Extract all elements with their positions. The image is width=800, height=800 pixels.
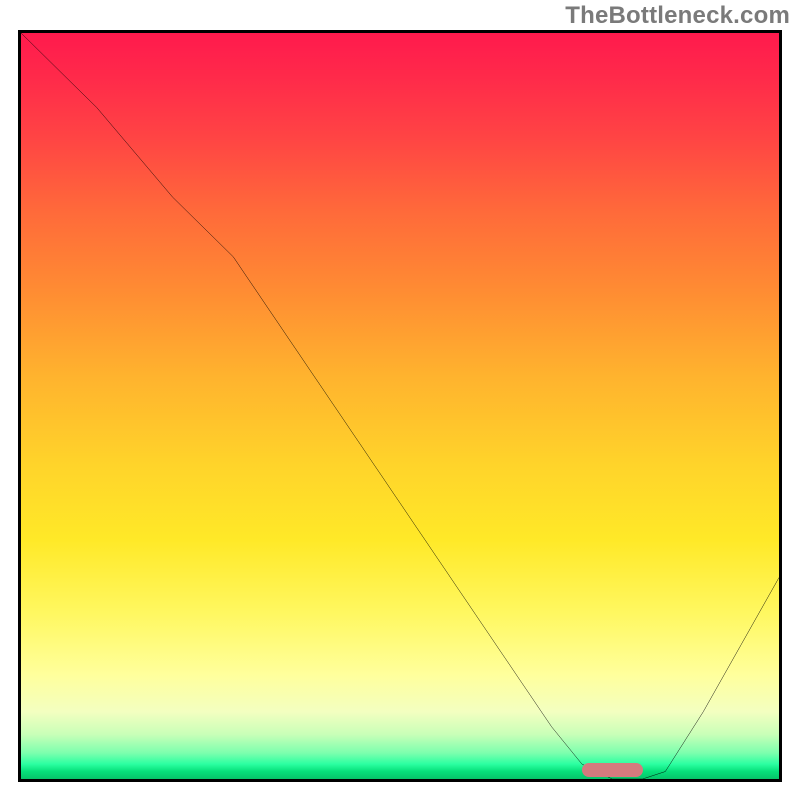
chart-container: TheBottleneck.com	[0, 0, 800, 800]
optimal-range-marker	[582, 763, 643, 777]
plot-area	[18, 30, 782, 782]
bottleneck-curve	[21, 33, 779, 779]
watermark-text: TheBottleneck.com	[565, 2, 790, 30]
